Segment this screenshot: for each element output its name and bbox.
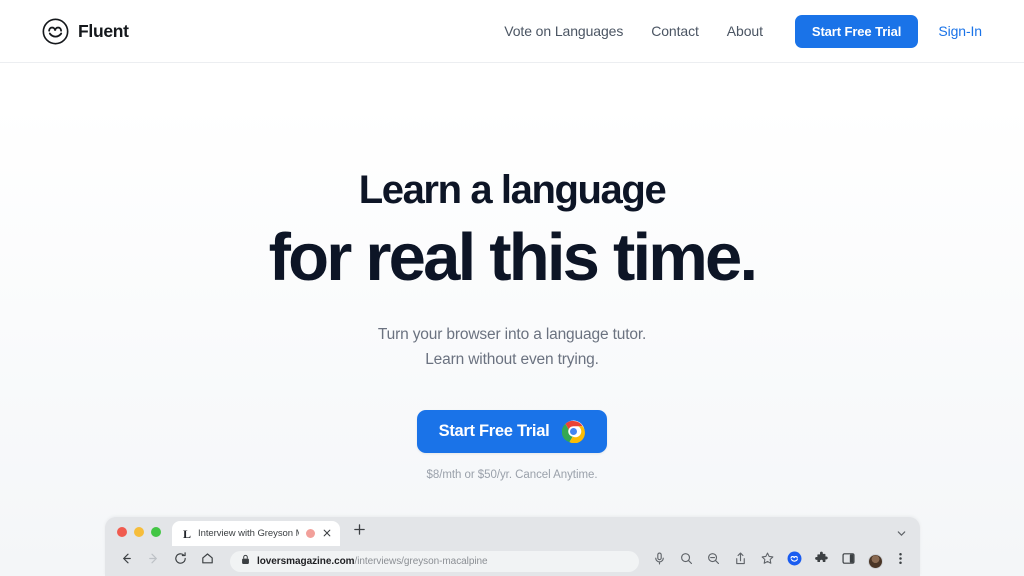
lock-icon bbox=[241, 552, 250, 570]
tab-title: Interview with Greyson Ma bbox=[198, 528, 299, 539]
arrow-right-icon bbox=[140, 551, 167, 571]
hero-cta-container: Start Free Trial bbox=[0, 410, 1024, 453]
window-minimize-button[interactable] bbox=[134, 526, 144, 537]
hero-subtitle: Turn your browser into a language tutor.… bbox=[0, 323, 1024, 372]
price-note: $8/mth or $50/yr. Cancel Anytime. bbox=[426, 469, 598, 481]
nav-contact[interactable]: Contact bbox=[637, 15, 713, 47]
sign-in-link[interactable]: Sign-In bbox=[938, 23, 982, 39]
chrome-icon bbox=[562, 420, 586, 443]
fluent-extension-icon[interactable] bbox=[781, 551, 808, 571]
new-tab-icon[interactable] bbox=[340, 523, 366, 546]
nav-about[interactable]: About bbox=[713, 15, 777, 47]
toolbar-right-icons bbox=[646, 551, 910, 571]
hero-section: Learn a language for real this time. Tur… bbox=[0, 63, 1024, 481]
share-icon[interactable] bbox=[727, 551, 754, 571]
more-menu-icon[interactable] bbox=[889, 551, 910, 571]
side-panel-icon[interactable] bbox=[835, 551, 862, 571]
brand-name: Fluent bbox=[78, 20, 129, 41]
browser-tab-strip: L Interview with Greyson Ma bbox=[105, 517, 920, 546]
browser-tab[interactable]: L Interview with Greyson Ma bbox=[172, 521, 340, 546]
site-header: Fluent Vote on Languages Contact About S… bbox=[0, 0, 1024, 63]
browser-toolbar: loversmagazine.com/interviews/greyson-ma… bbox=[105, 546, 920, 576]
microphone-icon[interactable] bbox=[646, 551, 673, 571]
url-domain: loversmagazine.com bbox=[257, 555, 355, 567]
brand-logo[interactable]: Fluent bbox=[42, 18, 129, 45]
hero-cta-label: Start Free Trial bbox=[438, 422, 550, 440]
bookmark-star-icon[interactable] bbox=[754, 551, 781, 571]
nav-vote-on-languages[interactable]: Vote on Languages bbox=[490, 15, 637, 47]
browser-mockup: L Interview with Greyson Ma loversmagazi… bbox=[105, 517, 920, 576]
tab-close-icon[interactable] bbox=[322, 525, 332, 543]
zoom-out-icon[interactable] bbox=[700, 551, 727, 571]
home-icon[interactable] bbox=[194, 551, 221, 571]
hero-start-free-trial-button[interactable]: Start Free Trial bbox=[416, 410, 608, 453]
recording-dot-icon bbox=[306, 529, 315, 538]
tab-favicon: L bbox=[183, 526, 192, 541]
address-bar-url: loversmagazine.com/interviews/greyson-ma… bbox=[257, 556, 488, 567]
main-navigation: Vote on Languages Contact About Start Fr… bbox=[490, 14, 982, 48]
hero-subtitle-line-2: Learn without even trying. bbox=[425, 350, 599, 368]
avatar[interactable] bbox=[868, 553, 883, 569]
fluent-circle-face-icon bbox=[42, 18, 69, 45]
extensions-puzzle-icon[interactable] bbox=[808, 551, 835, 571]
hero-headline-line-2: for real this time. bbox=[268, 220, 758, 295]
window-controls bbox=[115, 517, 172, 546]
window-close-button[interactable] bbox=[117, 526, 127, 537]
header-start-free-trial-button[interactable]: Start Free Trial bbox=[794, 14, 919, 48]
url-path: /interviews/greyson-macalpine bbox=[354, 555, 488, 567]
reload-icon[interactable] bbox=[167, 551, 194, 571]
window-maximize-button[interactable] bbox=[151, 526, 161, 537]
search-icon[interactable] bbox=[673, 551, 700, 571]
arrow-left-icon[interactable] bbox=[113, 551, 140, 571]
hero-subtitle-line-1: Turn your browser into a language tutor. bbox=[377, 326, 647, 344]
address-bar[interactable]: loversmagazine.com/interviews/greyson-ma… bbox=[230, 550, 639, 572]
hero-headline-line-1: Learn a language bbox=[358, 168, 667, 212]
